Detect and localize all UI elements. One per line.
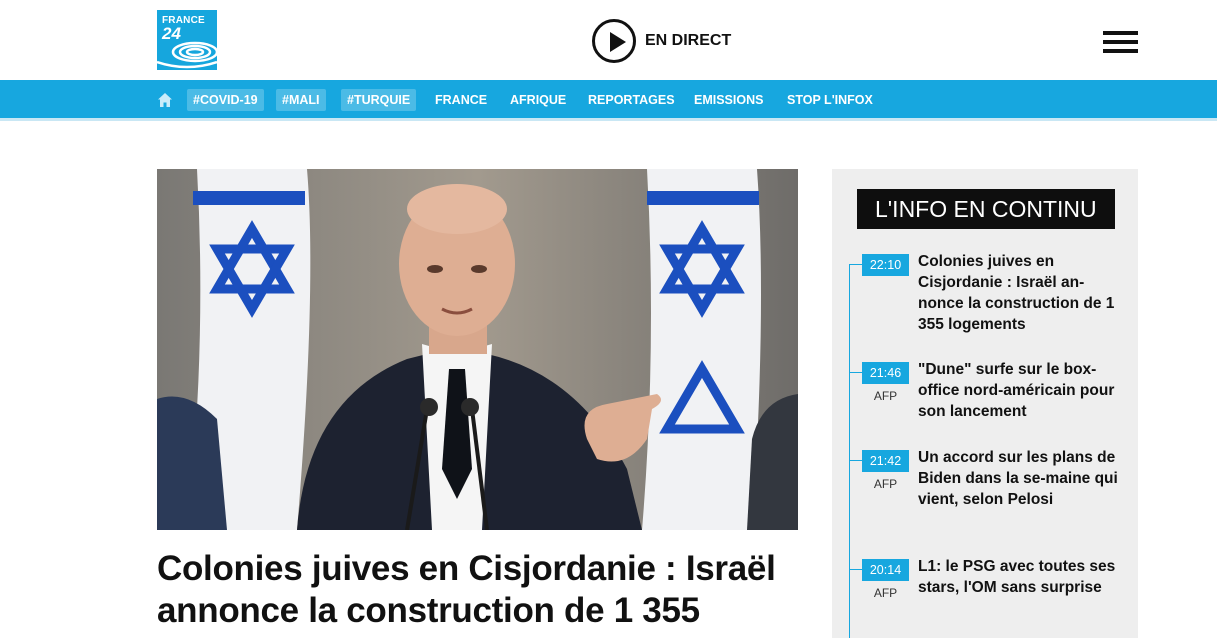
- live-button[interactable]: EN DIRECT: [592, 19, 731, 63]
- entry-time: 21:46: [862, 362, 909, 384]
- france24-logo[interactable]: FRANCE 24: [157, 10, 217, 70]
- entry-time: 21:42: [862, 450, 909, 472]
- site-header: FRANCE 24 EN DIRECT: [0, 0, 1217, 80]
- entry-text[interactable]: L1: le PSG avec toutes ses stars, l'OM s…: [918, 556, 1118, 598]
- nav-item-emissions[interactable]: EMISSIONS: [694, 89, 763, 111]
- entry-text[interactable]: Un accord sur les plans de Biden dans la…: [918, 447, 1118, 510]
- nav-tag-covid[interactable]: #COVID-19: [187, 89, 264, 111]
- nav-item-reportages[interactable]: REPORTAGES: [588, 89, 675, 111]
- entry-text[interactable]: "Dune" surfe sur le box-office nord-amér…: [918, 359, 1118, 422]
- logo-waves-icon: [157, 41, 217, 69]
- entry-source: AFP: [873, 586, 898, 600]
- nav-tag-mali[interactable]: #MALI: [276, 89, 326, 111]
- main-nav: #COVID-19 #MALI #TURQUIE FRANCE AFRIQUE …: [0, 80, 1217, 121]
- entry-text[interactable]: Colonies juives en Cisjordanie : Israël …: [918, 251, 1118, 335]
- sidebar-title: L'INFO EN CONTINU: [857, 189, 1115, 229]
- home-icon[interactable]: [157, 92, 173, 108]
- live-label: EN DIRECT: [645, 32, 732, 49]
- article-image[interactable]: [157, 169, 798, 530]
- entry-source: AFP: [873, 477, 898, 491]
- live-news-sidebar: L'INFO EN CONTINU 22:10 Colonies juives …: [832, 169, 1138, 638]
- hamburger-icon[interactable]: [1103, 31, 1138, 54]
- timeline-line: [849, 264, 850, 638]
- entry-time: 22:10: [862, 254, 909, 276]
- nav-tag-turquie[interactable]: #TURQUIE: [341, 89, 417, 111]
- nav-item-afrique[interactable]: AFRIQUE: [510, 89, 566, 111]
- article-photo: [157, 169, 798, 530]
- nav-item-france[interactable]: FRANCE: [435, 89, 487, 111]
- entry-time: 20:14: [862, 559, 909, 581]
- nav-item-stop-infox[interactable]: STOP L'INFOX: [787, 89, 873, 111]
- flag-right: [642, 169, 761, 530]
- play-icon: [592, 19, 636, 63]
- entry-source: AFP: [873, 389, 898, 403]
- article-headline[interactable]: Colonies juives en Cisjordanie : Israël …: [157, 548, 798, 632]
